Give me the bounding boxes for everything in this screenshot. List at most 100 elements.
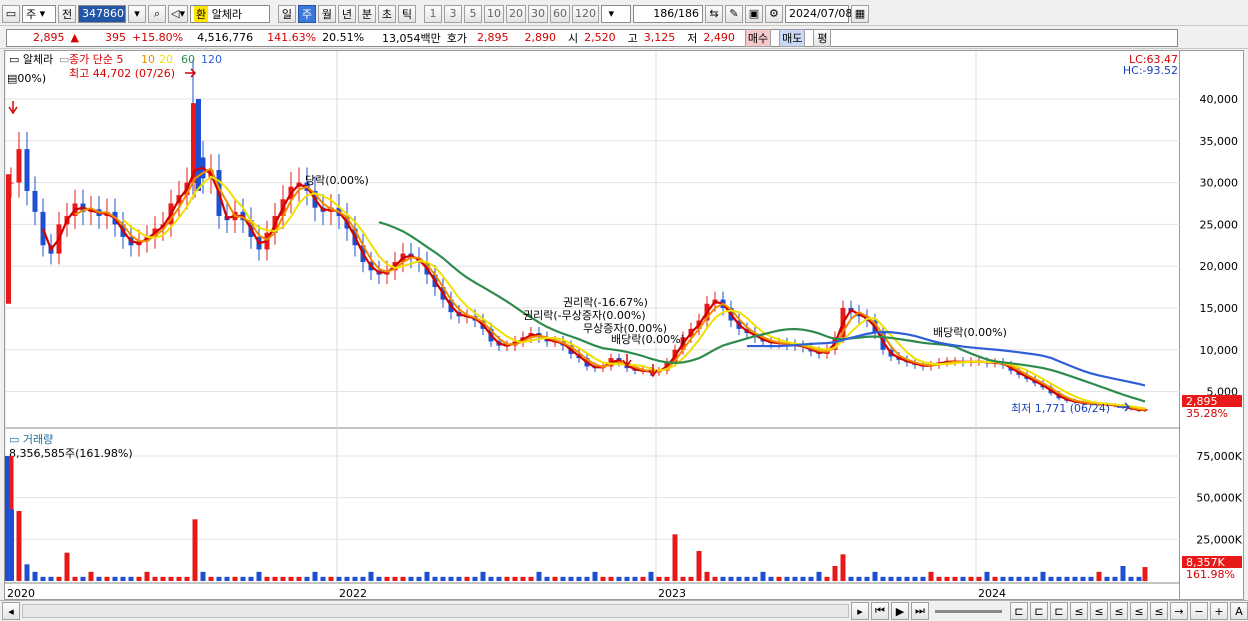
volume-bar — [904, 576, 910, 581]
volume-bar — [856, 576, 862, 581]
volume-bar — [624, 576, 630, 581]
tool-icon-7[interactable]: ≤ — [1130, 602, 1148, 620]
volume-ratio: 141.63% — [267, 31, 317, 44]
tool-icon-1[interactable]: ⊏ — [1010, 602, 1028, 620]
count-120[interactable]: 120 — [571, 4, 599, 23]
tool-icon-6[interactable]: ≤ — [1110, 602, 1128, 620]
date-field[interactable]: 2024/07/08 — [784, 4, 852, 23]
volume-bar — [712, 576, 718, 581]
font-icon[interactable]: A — [1230, 602, 1248, 620]
name-field[interactable]: 환 알체라 — [189, 4, 270, 23]
volume-bar — [744, 576, 750, 581]
event-label: 권리락(-16.67%) — [563, 296, 648, 309]
volume-bar — [696, 551, 702, 581]
tab-month[interactable]: 월 — [317, 4, 336, 23]
prev-button[interactable]: 전 — [58, 4, 76, 23]
volume-bar — [1142, 567, 1148, 581]
count-display[interactable]: 186/186 — [632, 4, 703, 23]
ma-legend-20: 20 — [159, 53, 173, 66]
custom-count-select[interactable]: ▾ — [600, 4, 631, 23]
tab-minute[interactable]: 분 — [357, 4, 376, 23]
count-60[interactable]: 60 — [549, 4, 570, 23]
price-chart[interactable]: ▭ 알체라 ▭ 종가 단순 5 10 20 60 120 최고 44,702 (07/26) ▤… — [4, 51, 1181, 601]
volume-bar — [880, 576, 886, 581]
volume-bar — [496, 576, 502, 581]
volume-bar — [1128, 576, 1134, 581]
compare-icon[interactable]: ⇆ — [704, 4, 723, 23]
volume-bar — [464, 576, 470, 581]
zoom-out-icon[interactable]: − — [1190, 602, 1208, 620]
tab-tick[interactable]: 틱 — [397, 4, 416, 23]
last-page-icon[interactable]: ⏭ — [911, 602, 929, 620]
tab-second[interactable]: 초 — [377, 4, 396, 23]
y-tick-label: 10,000 — [1200, 344, 1239, 357]
search-icon[interactable]: ⌕ — [148, 4, 166, 23]
zoom-in-icon[interactable]: + — [1210, 602, 1228, 620]
volume-bar — [432, 576, 438, 581]
volume-bar — [128, 576, 134, 581]
sound-icon[interactable]: ◁▾ — [168, 4, 188, 23]
gear-icon[interactable]: ⚙ — [764, 4, 783, 23]
volume-bar — [424, 571, 430, 581]
play-icon[interactable]: ▶ — [891, 602, 909, 620]
volume-bar — [1032, 576, 1038, 581]
volume-bar — [728, 576, 734, 581]
event-label: 권리락(-무상증자(0.00%) — [523, 309, 646, 322]
count-30[interactable]: 30 — [527, 4, 548, 23]
tab-year[interactable]: 년 — [337, 4, 356, 23]
volume-bar — [848, 576, 854, 581]
volume-bar — [1136, 576, 1142, 581]
tool-icon-9[interactable]: → — [1170, 602, 1188, 620]
scroll-track[interactable] — [22, 604, 849, 618]
buy-button[interactable]: 매수 — [744, 28, 772, 47]
hc-label: HC:-93.52 — [1123, 64, 1178, 77]
calendar-icon[interactable]: ▦ — [850, 4, 869, 23]
volume-bar — [10, 509, 14, 581]
tab-day[interactable]: 일 — [277, 4, 296, 23]
scroll-bar[interactable]: ◂ ▸ ⏮ ▶ ⏭ ⊏ ⊏ ⊏ ≤ ≤ ≤ ≤ ≤ → − + A — [0, 600, 1248, 621]
tool-icon-2[interactable]: ⊏ — [1030, 602, 1048, 620]
tab-week[interactable]: 주 — [297, 4, 316, 23]
zoom-slider[interactable] — [935, 609, 1002, 613]
volume-note: 8,356,585주(161.98%) — [9, 447, 133, 460]
volume-bar — [608, 576, 614, 581]
count-5[interactable]: 5 — [463, 4, 482, 23]
tool-icon-5[interactable]: ≤ — [1090, 602, 1108, 620]
count-3[interactable]: 3 — [443, 4, 462, 23]
draw-icon[interactable]: ✎ — [724, 4, 743, 23]
volume-bar — [1048, 576, 1054, 581]
amount: 13,054백만 — [382, 31, 441, 45]
volume-bar — [1096, 571, 1102, 581]
candle-body — [24, 149, 30, 191]
count-10[interactable]: 10 — [483, 4, 504, 23]
x-axis-label: 2020 — [7, 587, 35, 600]
chevron-down-icon[interactable]: ▾ — [128, 4, 146, 23]
volume-bar — [1088, 576, 1094, 581]
count-1[interactable]: 1 — [423, 4, 442, 23]
high-price: 3,125 — [643, 31, 676, 44]
chart-panel[interactable]: ▭ 알체라 ▭ 종가 단순 5 10 20 60 120 최고 44,702 (07/26) ▤… — [4, 50, 1181, 601]
count-20[interactable]: 20 — [505, 4, 526, 23]
market-label: 주 — [26, 7, 37, 21]
volume-tick-label: 75,000K — [1196, 450, 1242, 463]
tool-icon-4[interactable]: ≤ — [1070, 602, 1088, 620]
legend-box-icon: ▭ — [59, 53, 69, 66]
market-select[interactable]: 주 ▾ — [22, 4, 56, 23]
volume-bar — [392, 576, 398, 581]
volume-bar — [304, 576, 310, 581]
eval-button[interactable]: 평 — [813, 28, 832, 47]
scroll-left-icon[interactable]: ◂ — [2, 602, 20, 620]
scroll-right-icon[interactable]: ▸ — [851, 602, 869, 620]
sell-button[interactable]: 매도 — [779, 28, 806, 47]
save-icon[interactable]: ▣ — [744, 4, 763, 23]
volume-title: ▭ 거래량 — [9, 433, 53, 446]
volume-bar — [960, 576, 966, 581]
volume-bar — [832, 566, 838, 581]
menu-icon[interactable]: ▭ — [2, 4, 20, 23]
tool-icon-8[interactable]: ≤ — [1150, 602, 1168, 620]
first-page-icon[interactable]: ⏮ — [871, 602, 889, 620]
tool-icon-3[interactable]: ⊏ — [1050, 602, 1068, 620]
volume-bar — [1080, 576, 1086, 581]
x-axis-label: 2023 — [658, 587, 686, 600]
code-input[interactable]: 347860 — [78, 4, 126, 23]
